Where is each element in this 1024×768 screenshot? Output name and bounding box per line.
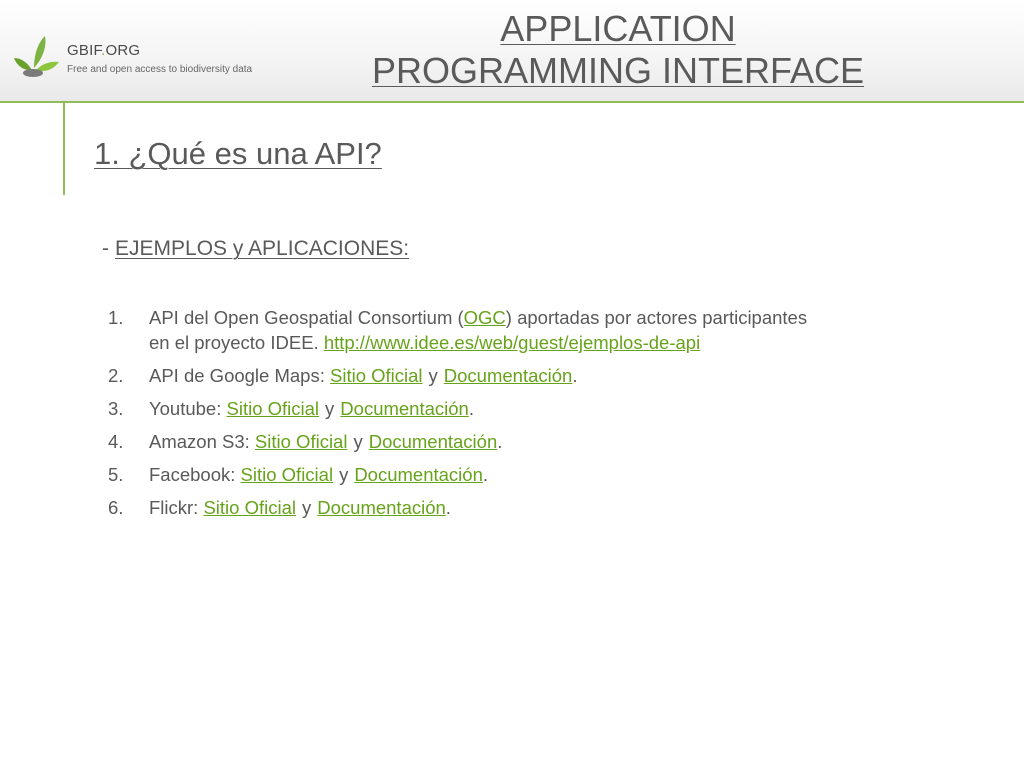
documentacion-link[interactable]: Documentación <box>317 497 446 518</box>
slide-header-title: APPLICATION PROGRAMMING INTERFACE <box>358 8 878 92</box>
list-item: 6. Flickr: Sitio Oficial y Documentación. <box>108 497 451 518</box>
header-bar: GBIF.ORG Free and open access to biodive… <box>0 0 1024 103</box>
sitio-oficial-link[interactable]: Sitio Oficial <box>241 464 334 485</box>
list-number: 3. <box>108 398 124 419</box>
documentacion-link[interactable]: Documentación <box>340 398 469 419</box>
header-title-line1: APPLICATION <box>500 8 736 49</box>
list-number: 5. <box>108 464 124 485</box>
brand-name: GBIF.ORG <box>67 42 141 59</box>
list-item: 5. Facebook: Sitio Oficial y Documentación… <box>108 464 488 485</box>
documentacion-link[interactable]: Documentación <box>369 431 498 452</box>
ogc-link[interactable]: OGC <box>464 307 506 328</box>
sitio-oficial-link[interactable]: Sitio Oficial <box>255 431 348 452</box>
list-line: en el proyecto IDEE. http://www.idee.es/… <box>149 332 701 353</box>
sitio-oficial-link[interactable]: Sitio Oficial <box>330 365 423 386</box>
list-number: 4. <box>108 431 124 452</box>
subtitle-text: EJEMPLOS y APLICACIONES: <box>115 237 410 260</box>
sitio-oficial-link[interactable]: Sitio Oficial <box>227 398 320 419</box>
list-item: 4. Amazon S3: Sitio Oficial y Documentació… <box>108 431 503 452</box>
accent-divider <box>63 103 65 195</box>
idee-url-link[interactable]: http://www.idee.es/web/guest/ejemplos-de… <box>324 332 700 353</box>
list-number: 6. <box>108 497 124 518</box>
subtitle: - EJEMPLOS y APLICACIONES: <box>102 237 409 261</box>
examples-list: 1. API del Open Geospatial Consortium (O… <box>108 305 898 528</box>
documentacion-link[interactable]: Documentación <box>444 365 573 386</box>
sitio-oficial-link[interactable]: Sitio Oficial <box>203 497 296 518</box>
gbif-leaf-logo-icon <box>14 36 59 77</box>
subtitle-dash: - <box>102 237 109 260</box>
list-number: 1. <box>108 307 124 328</box>
brand-tagline: Free and open access to biodiversity dat… <box>67 64 253 75</box>
list-line: API del Open Geospatial Consortium (OGC)… <box>149 307 808 328</box>
list-item: 3. Youtube: Sitio Oficial y Documentación. <box>108 398 474 419</box>
section-title: 1. ¿Qué es una API? <box>94 136 382 171</box>
list-item: 2. API de Google Maps: Sitio Oficial y Doc… <box>108 365 578 386</box>
list-item: 1. API del Open Geospatial Consortium (O… <box>108 305 898 355</box>
documentacion-link[interactable]: Documentación <box>354 464 483 485</box>
list-number: 2. <box>108 365 124 386</box>
header-title-line2: PROGRAMMING INTERFACE <box>371 50 865 91</box>
